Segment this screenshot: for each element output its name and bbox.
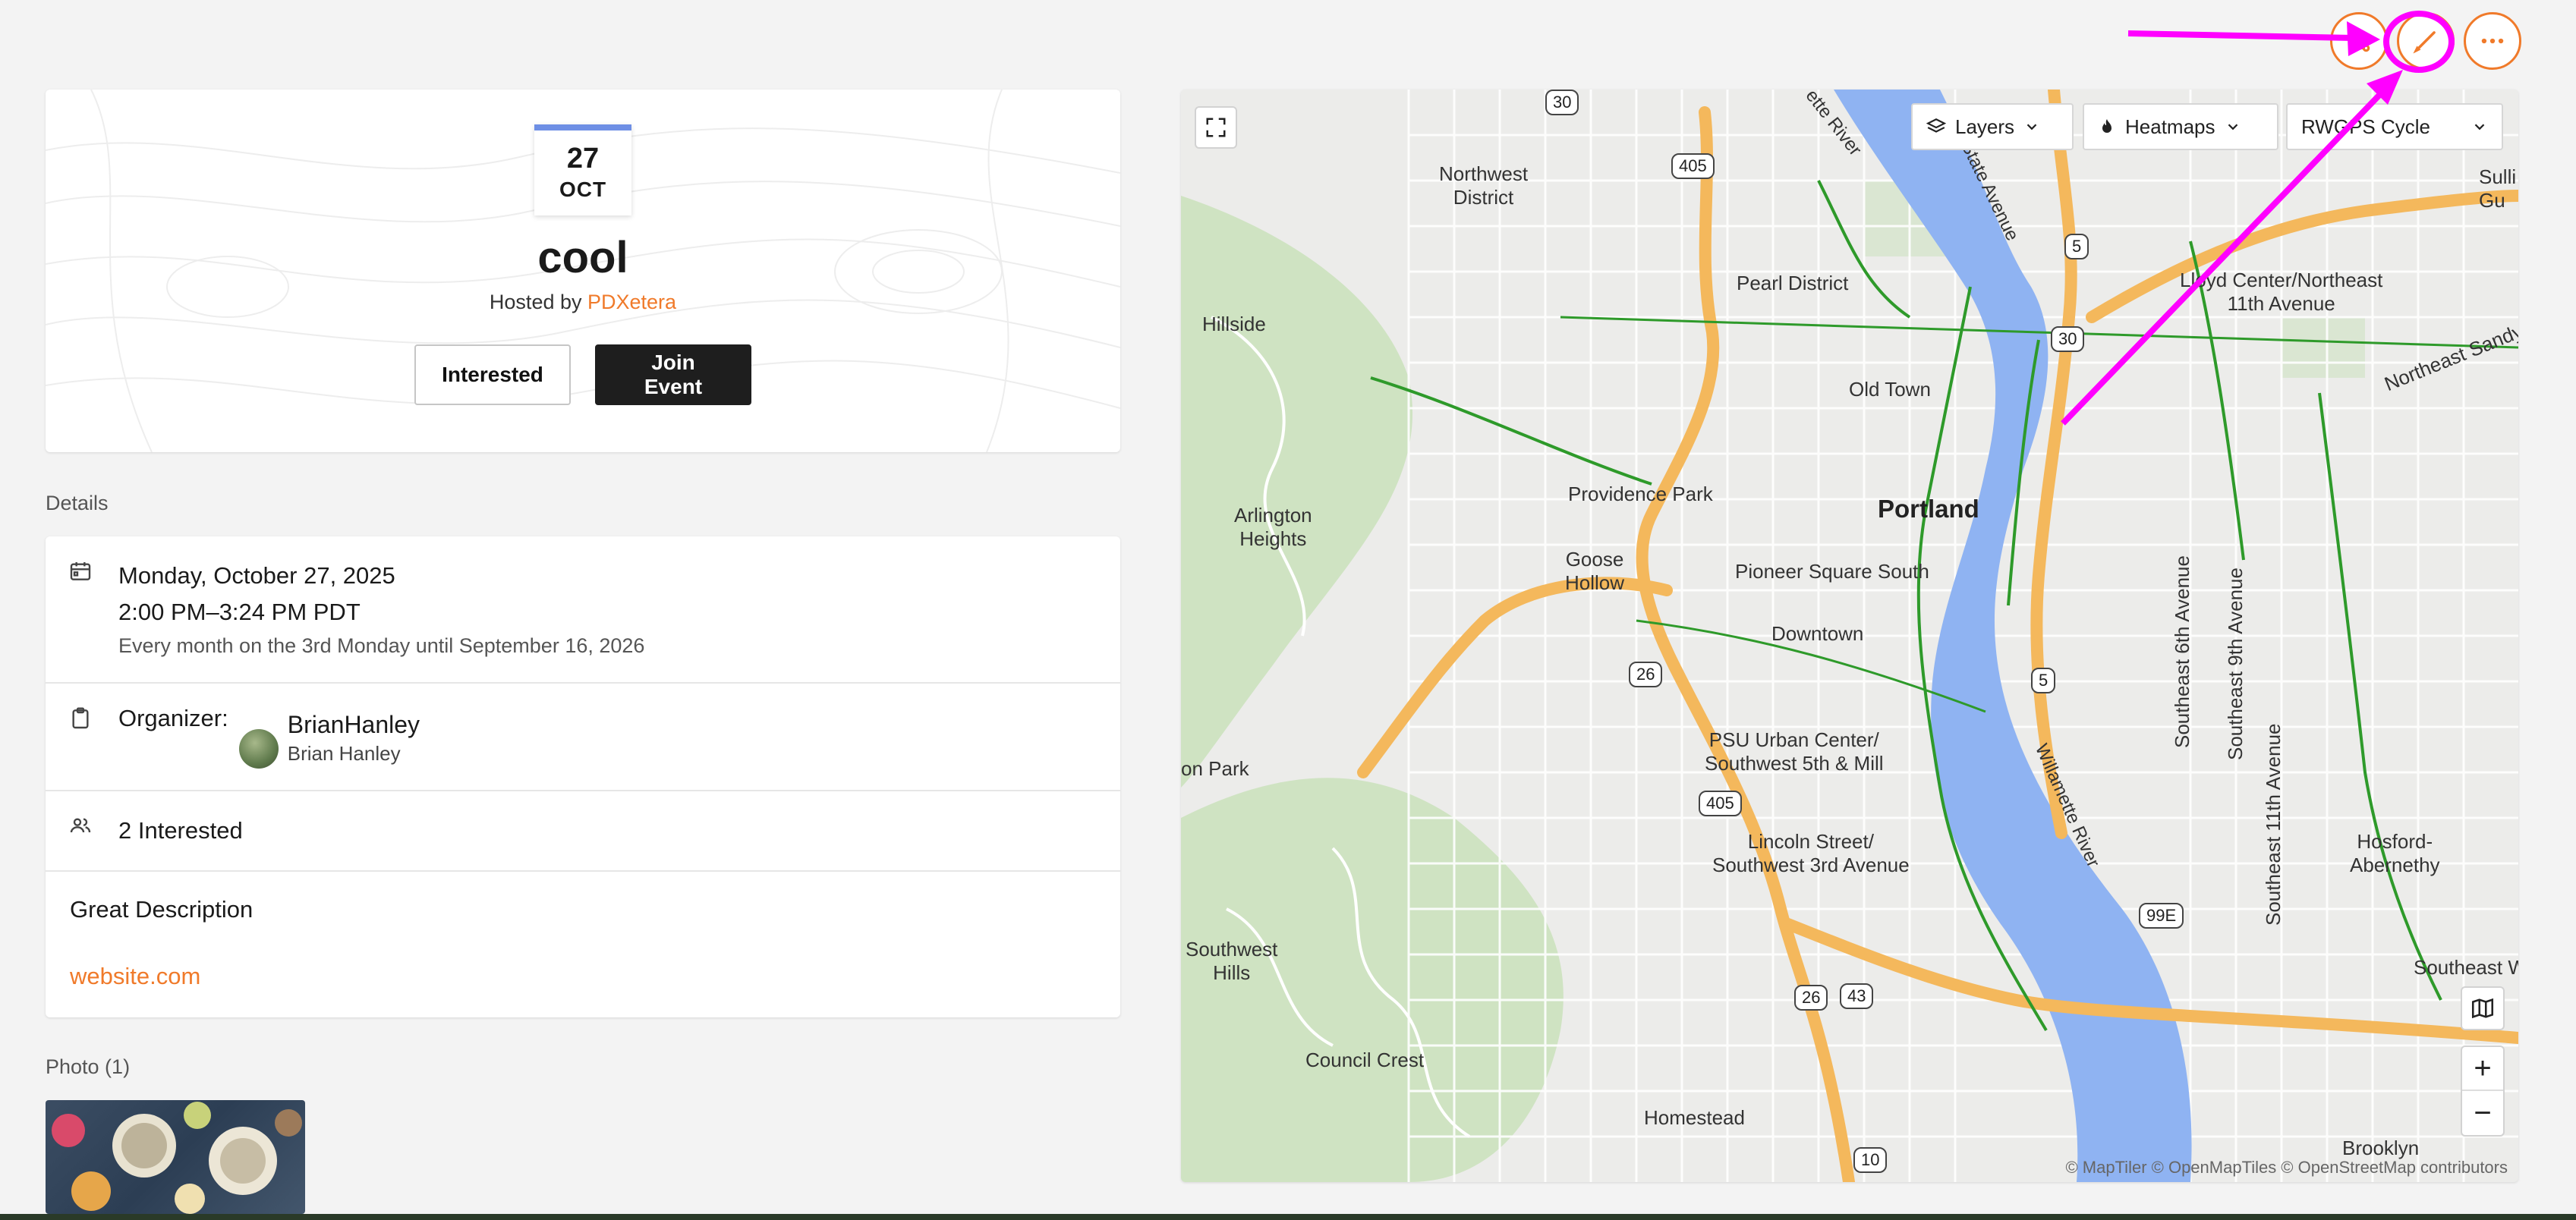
map-info-icon	[2471, 998, 2494, 1019]
label-goose-hollow: Goose Hollow	[1565, 548, 1625, 594]
website-link[interactable]: website.com	[70, 963, 1096, 990]
hosted-by: Hosted by PDXetera	[490, 291, 676, 314]
interested-count: 2 Interested	[118, 817, 243, 844]
datetime-row: Monday, October 27, 2025 2:00 PM–3:24 PM…	[46, 536, 1120, 684]
shield-405-south: 405	[1699, 791, 1742, 816]
heatmaps-dropdown[interactable]: Heatmaps	[2083, 103, 2278, 150]
label-homestead: Homestead	[1644, 1106, 1745, 1129]
shield-30-east: 30	[2051, 326, 2085, 352]
hosted-prefix: Hosted by	[489, 291, 587, 313]
date-badge: 27 OCT	[534, 124, 631, 215]
label-arlington-heights: Arlington Heights	[1234, 504, 1312, 550]
details-card: Monday, October 27, 2025 2:00 PM–3:24 PM…	[46, 536, 1120, 1017]
bottom-edge	[0, 1214, 2576, 1220]
users-icon	[68, 814, 93, 838]
label-northwest-district: Northwest District	[1439, 162, 1529, 209]
label-hillside: Hillside	[1202, 313, 1266, 335]
event-buttons: Interested Join Event	[414, 344, 751, 405]
label-lloyd-center: Lloyd Center/Northeast 11th Avenue	[2180, 269, 2383, 315]
interested-row: 2 Interested	[46, 791, 1120, 872]
label-council-crest: Council Crest	[1305, 1049, 1425, 1071]
shield-405: 405	[1671, 153, 1715, 179]
label-pearl-district: Pearl District	[1737, 272, 1849, 294]
event-time: 2:00 PM–3:24 PM PDT	[118, 599, 361, 625]
chevron-down-icon	[2474, 124, 2485, 130]
fullscreen-button[interactable]	[1195, 106, 1237, 149]
photos-section-label: Photo (1)	[46, 1055, 131, 1078]
label-on-park: on Park	[1181, 757, 1249, 780]
basemap-dropdown[interactable]: RWGPS Cycle	[2286, 103, 2503, 150]
join-event-button[interactable]: Join Event	[595, 344, 751, 405]
label-old-town: Old Town	[1849, 378, 1931, 401]
host-link[interactable]: PDXetera	[587, 291, 676, 313]
zoom-out-button[interactable]: −	[2462, 1091, 2503, 1135]
label-portland: Portland	[1878, 495, 1979, 523]
more-button[interactable]	[2464, 12, 2521, 70]
label-hosford-abernethy: Hosford- Abernethy	[2350, 830, 2440, 876]
zoom-controls: + −	[2461, 1045, 2505, 1137]
shield-10: 10	[1853, 1147, 1888, 1173]
edit-button[interactable]	[2397, 12, 2455, 70]
organizer-username: Brian Hanley	[287, 742, 401, 765]
event-header-card: 27 OCT cool Hosted by PDXetera Intereste…	[46, 90, 1120, 452]
label-brooklyn: Brooklyn	[2342, 1137, 2420, 1159]
shield-5: 5	[2064, 234, 2089, 259]
label-providence-park: Providence Park	[1568, 483, 1713, 505]
more-horizontal-icon	[2481, 38, 2504, 44]
label-se-9th-avenue: Southeast 9th Avenue	[2224, 568, 2247, 760]
route-button[interactable]	[2330, 12, 2388, 70]
label-pioneer-square-south: Pioneer Square South	[1735, 560, 1929, 583]
fullscreen-icon	[1206, 118, 1226, 137]
map-legend-button[interactable]	[2461, 986, 2505, 1030]
organizer-name[interactable]: BrianHanley	[288, 709, 420, 740]
clipboard-icon	[68, 706, 93, 731]
shield-26: 26	[1629, 662, 1663, 687]
details-section-label: Details	[46, 492, 109, 514]
chevron-down-icon	[2228, 124, 2237, 130]
label-se-11th-avenue: Southeast 11th Avenue	[2262, 723, 2285, 926]
date-month: OCT	[559, 178, 607, 201]
calendar-icon	[68, 559, 93, 583]
chevron-down-icon	[2026, 124, 2037, 130]
avatar[interactable]	[238, 729, 279, 769]
pencil-icon	[2413, 31, 2436, 54]
basemap-label: RWGPS Cycle	[2301, 115, 2430, 138]
event-details-column: 27 OCT cool Hosted by PDXetera Intereste…	[46, 90, 1120, 1214]
organizer-label: Organizer:	[118, 705, 228, 731]
label-southeast-wo: Southeast Wo	[2414, 956, 2518, 979]
organizer-profile[interactable]: BrianHanley Brian Hanley	[238, 708, 420, 769]
map-attribution[interactable]: © MapTiler © OpenMapTiles © OpenStreetMa…	[2065, 1158, 2508, 1178]
shield-43: 43	[1840, 983, 1874, 1009]
description-row: Great Description website.com	[46, 872, 1120, 1017]
heatmaps-label: Heatmaps	[2125, 115, 2215, 138]
label-downtown: Downtown	[1771, 622, 1864, 645]
event-actions	[2330, 12, 2521, 70]
shield-30: 30	[1545, 90, 1579, 115]
interested-button[interactable]: Interested	[414, 344, 571, 405]
layers-dropdown[interactable]: Layers	[1911, 103, 2074, 150]
label-sullivan: Sulli Gu	[2479, 165, 2517, 212]
label-southwest-hills: Southwest Hills	[1186, 938, 1278, 984]
label-lincoln-street: Lincoln Street/ Southwest 3rd Avenue	[1712, 830, 1910, 876]
event-recurrence: Every month on the 3rd Monday until Sept…	[118, 634, 645, 657]
shield-99e: 99E	[2139, 903, 2184, 929]
layers-icon	[1926, 118, 1946, 133]
layers-label: Layers	[1955, 115, 2015, 138]
zoom-in-button[interactable]: +	[2462, 1047, 2503, 1091]
event-date: Monday, October 27, 2025	[118, 562, 395, 589]
shield-5-south: 5	[2031, 668, 2056, 693]
event-description: Great Description	[70, 896, 254, 923]
label-psu-urban-center: PSU Urban Center/ Southwest 5th & Mill	[1705, 728, 1884, 775]
organizer-row: Organizer: BrianHanley Brian Hanley	[46, 684, 1120, 791]
date-day: 27	[566, 143, 600, 175]
event-title: cool	[537, 233, 628, 282]
event-map[interactable]: Northwest District Pearl District Old To…	[1181, 90, 2518, 1182]
photo-thumbnail[interactable]	[46, 1100, 305, 1214]
label-se-6th-avenue: Southeast 6th Avenue	[2171, 555, 2193, 748]
route-icon	[2348, 30, 2370, 52]
flame-icon	[2102, 119, 2112, 133]
shield-26-south: 26	[1794, 985, 1828, 1011]
